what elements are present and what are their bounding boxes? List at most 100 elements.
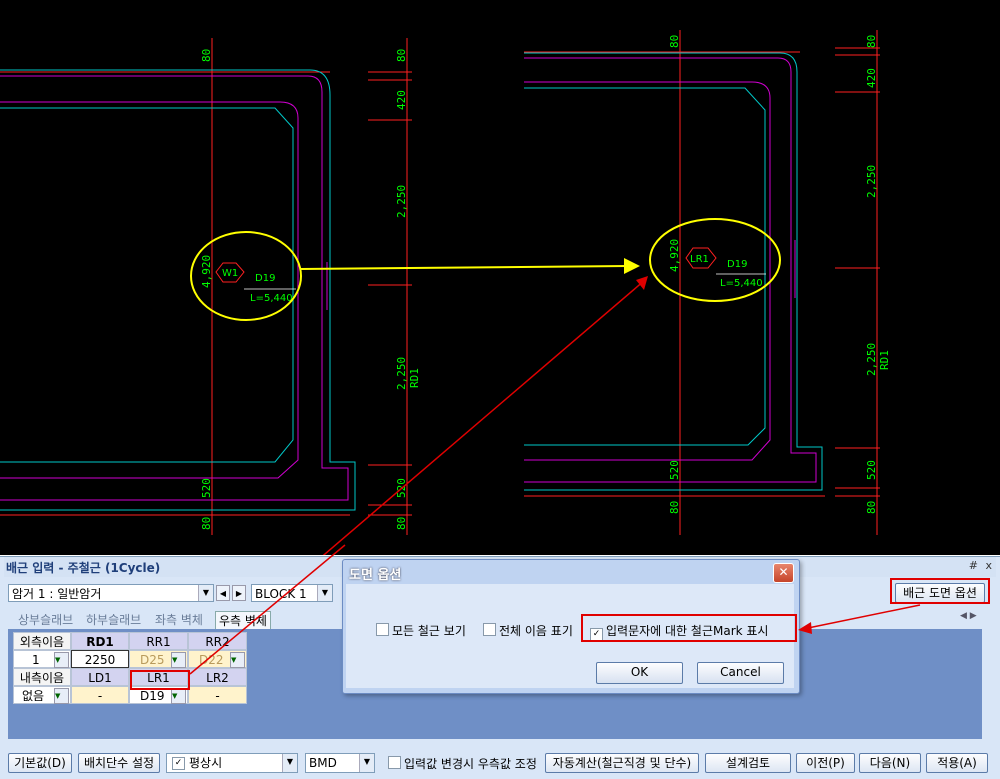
auto-adjust-option[interactable]: 입력값 변경시 우측값 조정: [388, 755, 537, 772]
block-select[interactable]: BLOCK 1 ▼: [251, 584, 333, 602]
show-all-rebar-option[interactable]: 모든 철근 보기: [376, 622, 466, 639]
culvert-select-value: 암거 1 : 일반암거: [12, 587, 102, 601]
right-dim-420: 420: [865, 68, 878, 88]
right-bar-len: L=5,440: [720, 278, 763, 289]
right-section-label: RD1: [878, 350, 891, 370]
right-dim-80-c: 80: [668, 501, 681, 514]
inner-splice-select[interactable]: 없음 ▼: [13, 686, 71, 704]
grid-cell[interactable]: -: [188, 686, 247, 704]
rr1-dia-select[interactable]: D25 ▼: [129, 650, 188, 668]
design-review-button[interactable]: 설계검토: [705, 753, 791, 773]
mark-option-highlight-box: [581, 614, 797, 642]
prev-button[interactable]: 이전(P): [796, 753, 855, 773]
close-icon[interactable]: ✕: [773, 563, 794, 583]
right-bar-mark: LR1: [690, 254, 709, 265]
chevron-down-icon[interactable]: ▼: [317, 585, 332, 601]
left-height-label: 4,920: [200, 255, 213, 288]
auto-adjust-checkbox[interactable]: [388, 756, 401, 769]
left-dim-2250-a: 2,250: [395, 185, 408, 218]
grid-cell: 내측이음: [13, 668, 71, 686]
right-dim-520: 520: [865, 460, 878, 480]
right-height-label: 4,920: [668, 239, 681, 272]
left-section-drawing: 80 80 420 2,250 2,250 520 80 520 80 4,92…: [0, 38, 421, 535]
tab-bottom-slab[interactable]: 하부슬래브: [86, 611, 141, 628]
grid-cell[interactable]: RR1: [129, 632, 188, 650]
chevron-down-icon[interactable]: ▼: [230, 652, 245, 668]
right-section-drawing: 80 80 420 2,250 2,250 520 80 520 80 4,92…: [524, 30, 891, 535]
chevron-down-icon[interactable]: ▼: [54, 652, 69, 668]
right-dim-80-b: 80: [865, 501, 878, 514]
rr2-dia-select[interactable]: D22 ▼: [188, 650, 247, 668]
close-icon[interactable]: x: [985, 559, 992, 572]
tab-right-wall[interactable]: 우측 벽체: [215, 611, 271, 629]
code-select[interactable]: BMD ▼: [305, 753, 375, 773]
layer-setting-button[interactable]: 배치단수 설정: [78, 753, 160, 773]
left-dim-top: 80: [200, 49, 213, 62]
grid-cell-value: D19: [140, 689, 165, 703]
right-dim-top: 80: [668, 35, 681, 48]
chevron-down-icon[interactable]: ▼: [171, 652, 186, 668]
left-bar-mark: W1: [222, 268, 238, 279]
block-select-value: BLOCK 1: [255, 587, 307, 601]
grid-cell[interactable]: RD1: [71, 632, 129, 650]
grid-cell: 외측이음: [13, 632, 71, 650]
show-splice-checkbox[interactable]: [483, 623, 496, 636]
right-dim-2250-b: 2,250: [865, 343, 878, 376]
left-dim-520-b: 520: [200, 478, 213, 498]
lr1-highlight-box: [130, 670, 190, 690]
panel-title: 배근 입력 - 주철근 (1Cycle): [6, 561, 161, 575]
right-bar-dia: D19: [727, 259, 747, 270]
tab-scroll-icon[interactable]: ◀ ▶: [960, 611, 977, 621]
grid-cell-value: 없음: [22, 689, 45, 703]
show-splice-option[interactable]: 전체 이음 표기: [483, 622, 573, 639]
right-dim-520-b: 520: [668, 460, 681, 480]
grid-cell[interactable]: LR2: [188, 668, 247, 686]
left-dim-80-b: 80: [395, 517, 408, 530]
pin-icon[interactable]: #: [969, 559, 978, 572]
mode-checkbox[interactable]: ✓: [172, 757, 185, 770]
left-section-label: RD1: [408, 368, 421, 388]
mode-select[interactable]: ✓ 평상시 ▼: [166, 753, 298, 773]
left-dim-80: 80: [395, 49, 408, 62]
chevron-down-icon[interactable]: ▼: [359, 754, 374, 772]
auto-calc-button[interactable]: 자동계산(철근직경 및 단수): [545, 753, 699, 773]
outer-splice-select[interactable]: 1 ▼: [13, 650, 71, 668]
cad-canvas[interactable]: 80 80 420 2,250 2,250 520 80 520 80 4,92…: [0, 0, 1000, 555]
option-button-highlight-box: [890, 578, 990, 604]
grid-cell[interactable]: -: [71, 686, 129, 704]
show-splice-label: 전체 이음 표기: [499, 624, 573, 638]
grid-cell-value: 1: [32, 653, 40, 667]
prev-culvert-icon[interactable]: ◀: [216, 585, 230, 601]
ok-button[interactable]: OK: [596, 662, 683, 684]
dialog-title: 도면 옵션: [349, 568, 402, 583]
cancel-button[interactable]: Cancel: [697, 662, 784, 684]
default-button[interactable]: 기본값(D): [8, 753, 72, 773]
grid-cell[interactable]: LD1: [71, 668, 129, 686]
left-dim-2250-b: 2,250: [395, 357, 408, 390]
left-bar-dia: D19: [255, 273, 275, 284]
mode-select-value: 평상시: [189, 756, 223, 770]
tab-top-slab[interactable]: 상부슬래브: [18, 611, 73, 628]
auto-adjust-label: 입력값 변경시 우측값 조정: [404, 757, 537, 771]
grid-cell[interactable]: RR2: [188, 632, 247, 650]
show-all-rebar-checkbox[interactable]: [376, 623, 389, 636]
next-culvert-icon[interactable]: ▶: [232, 585, 246, 601]
left-dim-420: 420: [395, 90, 408, 110]
cad-drawing-area[interactable]: 80 80 420 2,250 2,250 520 80 520 80 4,92…: [0, 0, 1000, 555]
chevron-down-icon[interactable]: ▼: [171, 688, 186, 704]
right-dim-2250-a: 2,250: [865, 165, 878, 198]
grid-cell-value: D22: [199, 653, 224, 667]
apply-button[interactable]: 적용(A): [926, 753, 988, 773]
yellow-arrow: [299, 258, 640, 274]
next-button[interactable]: 다음(N): [859, 753, 921, 773]
tab-left-wall[interactable]: 좌측 벽체: [155, 611, 203, 628]
grid-cell-input[interactable]: 2250: [71, 650, 129, 668]
left-bar-len: L=5,440: [250, 293, 293, 304]
chevron-down-icon[interactable]: ▼: [54, 688, 69, 704]
red-annotation-arrows: [322, 276, 648, 555]
chevron-down-icon[interactable]: ▼: [198, 585, 213, 601]
chevron-down-icon[interactable]: ▼: [282, 754, 297, 772]
code-select-value: BMD: [309, 756, 337, 770]
culvert-select[interactable]: 암거 1 : 일반암거 ▼: [8, 584, 214, 602]
grid-cell-value: D25: [140, 653, 165, 667]
